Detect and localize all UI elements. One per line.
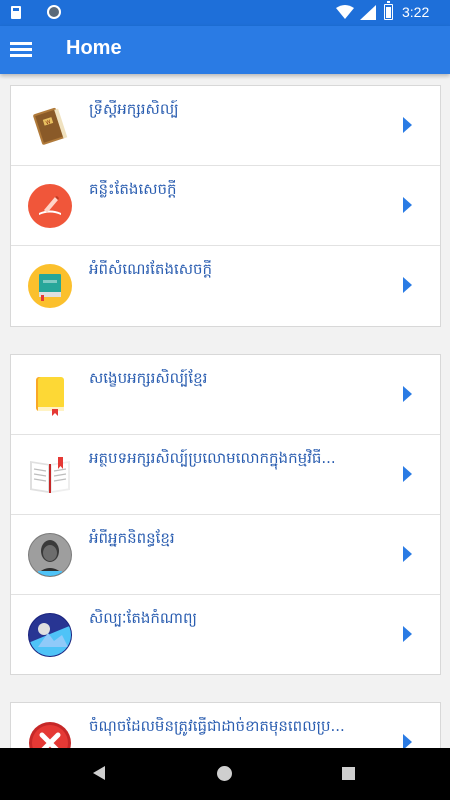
app-circle-icon [47, 5, 61, 19]
book-icon: W [33, 107, 68, 145]
list-item-label: ចំណុចដែលមិនត្រូវធ្វើជាដាច់ខាតមុនពេលប្រ..… [89, 717, 345, 735]
chevron-right-icon [403, 626, 412, 642]
page-title: Home [66, 37, 122, 59]
poetry-art-icon [28, 613, 72, 657]
back-icon[interactable] [93, 766, 105, 780]
list-item-label: អំពីអ្នកនិពន្ធខ្មែរ [89, 529, 175, 547]
menu-card-2: សង្ខេបអក្សរសិល្ប៍ខ្មែរ អត្ថបទអក្សរសិល្ប៍… [10, 354, 441, 675]
list-item-writing-tips[interactable]: គន្លឹះតែងសេចក្តី [11, 166, 440, 246]
home-icon[interactable] [217, 766, 232, 781]
open-book-icon [30, 457, 70, 493]
list-item-khmer-authors[interactable]: អំពីអ្នកនិពន្ធខ្មែរ [11, 515, 440, 595]
author-photo-icon [28, 533, 72, 577]
menu-icon[interactable] [10, 40, 34, 60]
list-item-label: គន្លឹះតែងសេចក្តី [89, 180, 177, 198]
chevron-right-icon [403, 197, 412, 213]
menu-card-1: W ទ្រឹស្តីអក្សរសិល្ប៍ គន្លឹះតែងសេចក្តី អ… [10, 85, 441, 327]
list-item-label: សង្ខេបអក្សរសិល្ប៍ខ្មែរ [89, 369, 208, 387]
app-bar: Home [0, 26, 450, 74]
list-item-label: ទ្រឹស្តីអក្សរសិល្ប៍ [89, 100, 179, 118]
notebook-icon [28, 264, 72, 308]
battery-charging-icon [384, 1, 393, 20]
sd-card-icon [11, 6, 21, 19]
chevron-right-icon [403, 466, 412, 482]
chevron-right-icon [403, 386, 412, 402]
list-item-khmer-literature-summary[interactable]: សង្ខេបអក្សរសិល្ប៍ខ្មែរ [11, 355, 440, 435]
chevron-right-icon [403, 546, 412, 562]
list-item-about-writing[interactable]: អំពីសំណេរតែងសេចក្តី [11, 246, 440, 326]
wifi-icon [336, 5, 354, 19]
navigation-bar [0, 748, 450, 800]
status-time: 3:22 [402, 4, 430, 20]
list-item-label: អំពីសំណេរតែងសេចក្តី [89, 260, 213, 278]
closed-book-icon [36, 377, 64, 416]
list-item-label: អត្ថបទអក្សរសិល្ប៍ប្រលោមលោកក្នុងកម្មវិធី.… [89, 449, 336, 467]
signal-icon [360, 5, 376, 20]
recents-icon[interactable] [342, 767, 355, 780]
list-item-label: សិល្បៈតែងកំណាព្យ [89, 609, 197, 627]
list-item-literature-theory[interactable]: W ទ្រឹស្តីអក្សរសិល្ប៍ [11, 86, 440, 166]
status-bar: 3:22 [0, 0, 450, 26]
list-item-poetry-art[interactable]: សិល្បៈតែងកំណាព្យ [11, 595, 440, 675]
writing-icon [28, 184, 72, 228]
chevron-right-icon [403, 117, 412, 133]
list-item-novel-texts[interactable]: អត្ថបទអក្សរសិល្ប៍ប្រលោមលោកក្នុងកម្មវិធី.… [11, 435, 440, 515]
chevron-right-icon [403, 277, 412, 293]
